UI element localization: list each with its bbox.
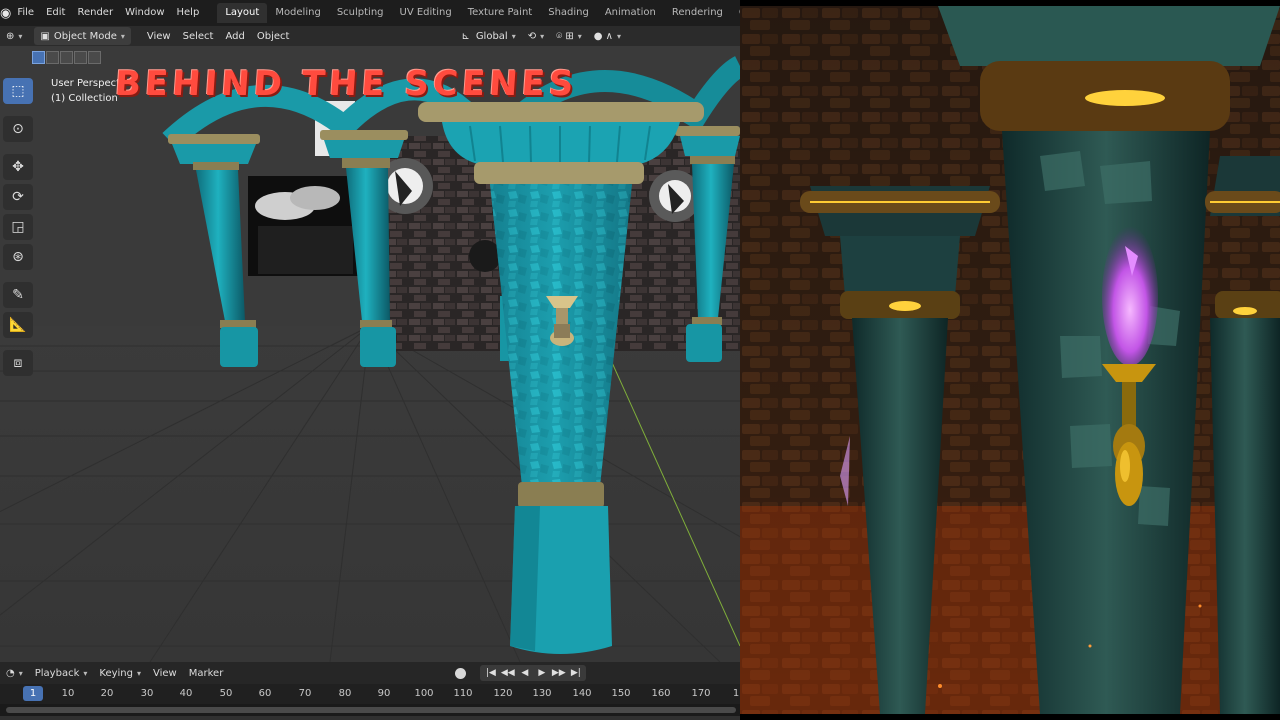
menu-edit[interactable]: Edit: [40, 0, 71, 26]
orientation-icon: ⊾: [461, 30, 470, 42]
play-reverse-icon[interactable]: ◀: [517, 666, 532, 680]
tab-layout[interactable]: Layout: [217, 3, 268, 23]
tab-rendering[interactable]: Rendering: [664, 3, 731, 23]
selection-mode-buttons: [32, 51, 101, 64]
viewport-scene: [0, 46, 740, 662]
top-menu-bar: ◉ File Edit Render Window Help Layout Mo…: [0, 0, 740, 26]
frame-label: 160: [651, 688, 671, 699]
chevron-down-icon: ▾: [511, 31, 516, 41]
annotate-icon[interactable]: ✎: [3, 282, 33, 308]
frame-ruler[interactable]: 1 10 20 30 40 50 60 70 80 90 100 110 120…: [0, 684, 740, 704]
proportional-edit-icon[interactable]: ● ∧ ▾: [588, 27, 627, 45]
tab-uv-editing[interactable]: UV Editing: [392, 3, 460, 23]
frame-label: 150: [611, 688, 631, 699]
menu-keying[interactable]: Keying ▾: [93, 668, 147, 679]
pivot-point-icon[interactable]: ⟲ ▾: [522, 27, 550, 45]
frame-label: 60: [258, 688, 272, 699]
prev-keyframe-icon[interactable]: ◀◀: [500, 666, 515, 680]
cursor-icon[interactable]: ⊙: [3, 116, 33, 142]
current-frame-indicator[interactable]: 1: [23, 686, 43, 701]
measure-icon[interactable]: 📐: [3, 312, 33, 338]
blender-logo-icon[interactable]: ◉: [0, 0, 11, 26]
menu-add[interactable]: Add: [219, 27, 250, 45]
frame-label: 30: [140, 688, 154, 699]
object-mode-select[interactable]: ▣ Object Mode ▾: [34, 27, 131, 45]
frame-label: 70: [298, 688, 312, 699]
editor-type-icon[interactable]: ⊕ ▾: [0, 27, 28, 45]
add-cube-icon[interactable]: ⧈: [3, 350, 33, 376]
play-icon[interactable]: ▶: [534, 666, 549, 680]
menu-playback[interactable]: Playback ▾: [29, 668, 94, 679]
playback-label: Playback: [34, 667, 80, 679]
rotate-icon[interactable]: ⟳: [3, 184, 33, 210]
timeline-editor-icon[interactable]: ◔ ▾: [0, 668, 29, 679]
frame-label: 20: [100, 688, 114, 699]
scale-icon[interactable]: ◲: [3, 214, 33, 240]
select-invert-icon[interactable]: [74, 51, 87, 64]
select-intersect-icon[interactable]: [88, 51, 101, 64]
chevron-down-icon: ▾: [18, 31, 23, 41]
transform-icon[interactable]: ⊛: [3, 244, 33, 270]
frame-label: 40: [179, 688, 193, 699]
chevron-down-icon: ▾: [120, 31, 125, 41]
snap-icon[interactable]: ⌾ ⊞ ▾: [550, 27, 588, 45]
tab-shading[interactable]: Shading: [540, 3, 597, 23]
timeline-scrollbar[interactable]: [0, 704, 740, 716]
tab-compositing[interactable]: Compo: [731, 3, 740, 23]
frame-label: 130: [532, 688, 552, 699]
final-render-image: [740, 6, 1280, 714]
tab-animation[interactable]: Animation: [597, 3, 664, 23]
menu-object[interactable]: Object: [251, 27, 296, 45]
object-mode-icon: ▣: [40, 30, 50, 42]
transform-orientation-label: Global: [475, 30, 508, 42]
menu-select[interactable]: Select: [177, 27, 220, 45]
tab-texture-paint[interactable]: Texture Paint: [460, 3, 541, 23]
menu-file[interactable]: File: [11, 0, 40, 26]
object-mode-label: Object Mode: [53, 30, 117, 42]
playback-controls: |◀ ◀◀ ◀ ▶ ▶▶ ▶|: [480, 665, 587, 681]
jump-start-icon[interactable]: |◀: [483, 666, 498, 680]
frame-label: 10: [61, 688, 75, 699]
frame-label: 80: [338, 688, 352, 699]
behind-the-scenes-title: BEHIND THE SCENES: [113, 64, 579, 104]
select-subtract-icon[interactable]: [60, 51, 73, 64]
select-extend-icon[interactable]: [46, 51, 59, 64]
frame-label: 50: [219, 688, 233, 699]
scrollbar-thumb[interactable]: [6, 707, 736, 713]
select-box-icon[interactable]: ⬚: [3, 78, 33, 104]
timeline-header: ◔ ▾ Playback ▾ Keying ▾ View Marker |◀ ◀◀ ◀…: [0, 662, 740, 684]
tab-sculpting[interactable]: Sculpting: [329, 3, 392, 23]
menu-help[interactable]: Help: [171, 0, 206, 26]
keying-label: Keying: [99, 667, 133, 679]
frame-label: 170: [691, 688, 711, 699]
workspace-tabs: Layout Modeling Sculpting UV Editing Tex…: [217, 0, 740, 26]
tab-modeling[interactable]: Modeling: [267, 3, 329, 23]
frame-label: 1: [732, 688, 740, 699]
frame-label: 110: [453, 688, 473, 699]
render-scene: [740, 6, 1280, 714]
menu-timeline-view[interactable]: View: [147, 668, 183, 679]
frame-label: 100: [414, 688, 434, 699]
jump-end-icon[interactable]: ▶|: [568, 666, 583, 680]
next-keyframe-icon[interactable]: ▶▶: [551, 666, 566, 680]
select-new-icon[interactable]: [32, 51, 45, 64]
frame-label: 140: [572, 688, 592, 699]
menu-render[interactable]: Render: [71, 0, 119, 26]
frame-label: 120: [493, 688, 513, 699]
viewport-header: ⊕ ▾ ▣ Object Mode ▾ View Select Add Objec…: [0, 26, 740, 46]
frame-label: 90: [377, 688, 391, 699]
transform-orientation-select[interactable]: ⊾ Global ▾: [455, 27, 521, 45]
menu-window[interactable]: Window: [119, 0, 170, 26]
menu-view[interactable]: View: [141, 27, 177, 45]
menu-marker[interactable]: Marker: [183, 668, 230, 679]
tool-shelf: ⬚ ⊙ ✥ ⟳ ◲ ⊛ ✎ 📐 ⧈: [3, 78, 33, 376]
record-icon[interactable]: [455, 667, 467, 679]
blender-window: ◉ File Edit Render Window Help Layout Mo…: [0, 0, 740, 720]
3d-viewport[interactable]: User Perspective (1) Collection ⬚ ⊙ ✥ ⟳ …: [0, 46, 740, 662]
move-icon[interactable]: ✥: [3, 154, 33, 180]
